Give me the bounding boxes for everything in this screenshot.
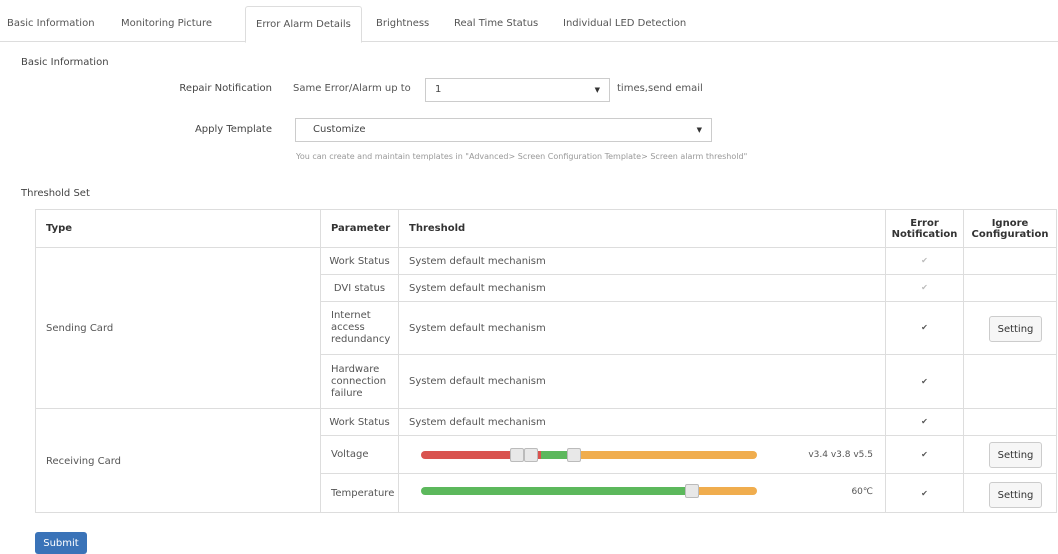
checkbox[interactable]: ✔ xyxy=(921,284,929,292)
header-error-notification: Error Notification xyxy=(886,210,964,248)
param-voltage: Voltage xyxy=(321,436,399,474)
checkbox[interactable]: ✔ xyxy=(921,377,929,386)
param-line: failure xyxy=(331,387,363,399)
apply-template-label: Apply Template xyxy=(194,124,272,135)
setting-button[interactable]: Setting xyxy=(989,316,1042,342)
header-ignore-line2: Configuration xyxy=(971,228,1049,240)
apply-template-select[interactable]: Customize ▼ xyxy=(295,118,712,142)
tab-real-time-status[interactable]: Real Time Status xyxy=(454,6,538,42)
param-dvi-status: DVI status xyxy=(321,275,399,302)
ignore-cell xyxy=(964,275,1056,302)
tab-bar: Basic Information Monitoring Picture Err… xyxy=(0,6,1058,43)
template-value: Customize xyxy=(313,124,366,135)
param-internet-access-redundancy: Internet access redundancy xyxy=(321,302,399,355)
voltage-slider-track[interactable] xyxy=(421,451,757,459)
type-sending-card: Sending Card xyxy=(36,248,321,409)
setting-button[interactable]: Setting xyxy=(989,482,1042,508)
header-error-line1: Error xyxy=(910,217,939,229)
tab-individual-led-detection[interactable]: Individual LED Detection xyxy=(563,6,686,42)
error-notification-cell: ✔ xyxy=(886,409,964,436)
header-threshold: Threshold xyxy=(399,210,886,248)
caret-down-icon: ▼ xyxy=(594,86,600,94)
error-notification-cell: ✔ xyxy=(886,302,964,355)
param-line: access xyxy=(331,322,365,333)
checkbox[interactable]: ✔ xyxy=(921,257,929,265)
threshold-table: Type Parameter Threshold Error Notificat… xyxy=(35,209,1057,513)
param-temperature: Temperature xyxy=(321,474,399,513)
basic-information-title: Basic Information xyxy=(21,57,109,68)
tab-error-alarm-details[interactable]: Error Alarm Details xyxy=(245,6,362,43)
voltage-handle-low[interactable] xyxy=(510,448,524,462)
header-error-line2: Notification xyxy=(891,228,958,240)
param-line: redundancy xyxy=(331,334,391,345)
param-work-status: Work Status xyxy=(321,409,399,436)
temperature-segment-orange xyxy=(691,487,757,495)
header-ignore-configuration: Ignore Configuration xyxy=(964,210,1056,248)
type-receiving-card: Receiving Card xyxy=(36,409,321,513)
header-ignore-line1: Ignore xyxy=(991,217,1029,229)
setting-button[interactable]: Setting xyxy=(989,442,1042,468)
param-work-status: Work Status xyxy=(321,248,399,275)
threshold-text: System default mechanism xyxy=(399,248,886,275)
repair-notification-label: Repair Notification xyxy=(179,83,272,94)
param-line: Hardware xyxy=(331,363,380,375)
tab-brightness[interactable]: Brightness xyxy=(376,6,429,42)
voltage-segment-orange xyxy=(577,451,757,459)
voltage-handle-high[interactable] xyxy=(567,448,581,462)
voltage-handle-mid[interactable] xyxy=(524,448,538,462)
caret-down-icon: ▼ xyxy=(696,126,702,134)
threshold-text: System default mechanism xyxy=(399,409,886,436)
threshold-set-title: Threshold Set xyxy=(21,188,90,199)
temperature-slider-track[interactable] xyxy=(421,487,757,495)
voltage-value: v3.4 v3.8 v5.5 xyxy=(808,450,873,460)
ignore-cell xyxy=(964,355,1056,409)
param-hardware-connection-failure: Hardware connection failure xyxy=(321,355,399,409)
header-parameter: Parameter xyxy=(321,210,399,248)
temperature-segment-green xyxy=(421,487,691,495)
error-notification-cell: ✔ xyxy=(886,275,964,302)
error-notification-cell: ✔ xyxy=(886,248,964,275)
template-hint-text: You can create and maintain templates in… xyxy=(296,152,748,161)
param-line: connection xyxy=(331,375,387,387)
submit-button[interactable]: Submit xyxy=(35,532,87,554)
repair-count-select[interactable]: 1 ▼ xyxy=(425,78,610,102)
header-type: Type xyxy=(36,210,321,248)
tab-basic-information[interactable]: Basic Information xyxy=(7,6,95,42)
threshold-text: System default mechanism xyxy=(399,275,886,302)
repair-count-value: 1 xyxy=(435,84,442,95)
temperature-handle[interactable] xyxy=(685,484,699,498)
error-notification-cell: ✔ xyxy=(886,474,964,513)
threshold-text: System default mechanism xyxy=(399,302,886,355)
temperature-value: 60℃ xyxy=(851,487,873,497)
ignore-cell xyxy=(964,409,1056,436)
checkbox[interactable]: ✔ xyxy=(921,418,929,426)
checkbox[interactable]: ✔ xyxy=(921,450,929,459)
tab-monitoring-picture[interactable]: Monitoring Picture xyxy=(121,6,212,42)
repair-suffix-text: times,send email xyxy=(617,83,703,94)
repair-prefix-text: Same Error/Alarm up to xyxy=(293,83,411,94)
ignore-cell xyxy=(964,248,1056,275)
checkbox[interactable]: ✔ xyxy=(921,489,929,498)
error-notification-cell: ✔ xyxy=(886,355,964,409)
param-line: Internet xyxy=(331,310,371,321)
threshold-text: System default mechanism xyxy=(399,355,886,409)
error-notification-cell: ✔ xyxy=(886,436,964,474)
checkbox[interactable]: ✔ xyxy=(921,324,929,332)
